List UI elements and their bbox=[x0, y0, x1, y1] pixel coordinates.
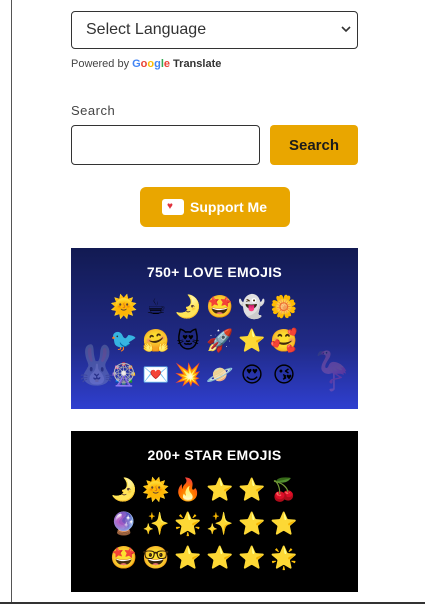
emoji: 🔥 bbox=[174, 478, 202, 503]
emoji: 🍒 bbox=[270, 478, 298, 503]
emoji: 🐦 bbox=[110, 329, 138, 354]
emoji: 🌞 bbox=[110, 295, 138, 320]
emoji: 🤓 bbox=[142, 546, 170, 571]
emoji: ⭐ bbox=[238, 478, 266, 503]
sidebar-divider bbox=[11, 0, 12, 604]
emoji: 🌛 bbox=[174, 295, 202, 320]
emoji: 🔮 bbox=[110, 512, 138, 537]
language-select[interactable]: Select Language bbox=[71, 11, 358, 49]
powered-by-prefix: Powered by bbox=[71, 58, 130, 70]
emoji-grid: 🌛 🌞 🔥 ⭐ ⭐ 🍒 🔮 ✨ 🌟 ✨ ⭐ ⭐ 🤩 🤓 ⭐ ⭐ ⭐ 🌟 bbox=[108, 475, 332, 575]
search-label: Search bbox=[71, 103, 116, 118]
emoji: 🤩 bbox=[110, 546, 138, 571]
emoji: ⭐ bbox=[206, 546, 234, 571]
support-me-button[interactable]: ♥ Support Me bbox=[139, 187, 290, 227]
emoji: 🌟 bbox=[270, 546, 298, 571]
emoji: 😻 bbox=[176, 329, 200, 354]
star-emojis-banner[interactable]: 200+ STAR EMOJIS 🌛 🌞 🔥 ⭐ ⭐ 🍒 🔮 ✨ 🌟 ✨ ⭐ ⭐… bbox=[71, 431, 358, 592]
emoji: ☕ bbox=[146, 295, 166, 320]
emoji: ⭐ bbox=[238, 512, 266, 537]
emoji: 🪐 bbox=[206, 363, 234, 388]
emoji: 😍 bbox=[240, 363, 264, 388]
emoji: 🌼 bbox=[270, 295, 298, 320]
emoji: ⭐ bbox=[238, 329, 266, 354]
emoji-grid: 🌞 ☕ 🌛 🤩 👻 🌼 🐦 🤗 😻 🚀 ⭐ 🥰 🎡 💌 💥 🪐 😍 😘 bbox=[108, 292, 332, 392]
emoji: 🌟 bbox=[174, 512, 202, 537]
google-logo[interactable]: Google bbox=[132, 58, 170, 70]
search-button[interactable]: Search bbox=[270, 125, 358, 165]
search-form: Search bbox=[71, 125, 358, 165]
ko-fi-cup-icon: ♥ bbox=[162, 199, 184, 215]
love-emojis-banner[interactable]: 🐰 🦩 750+ LOVE EMOJIS 🌞 ☕ 🌛 🤩 👻 🌼 🐦 🤗 😻 🚀… bbox=[71, 248, 358, 409]
emoji: 🌛 bbox=[110, 478, 138, 503]
emoji: 💌 bbox=[142, 363, 170, 388]
emoji: 👻 bbox=[238, 295, 266, 320]
emoji: ⭐ bbox=[174, 546, 202, 571]
emoji: 🎡 bbox=[110, 363, 138, 388]
translate-link[interactable]: Translate bbox=[173, 58, 221, 70]
emoji: ⭐ bbox=[270, 512, 298, 537]
support-me-label: Support Me bbox=[190, 199, 267, 215]
emoji: 🤩 bbox=[206, 295, 234, 320]
language-select-value: Select Language bbox=[86, 21, 207, 38]
emoji: 🤗 bbox=[142, 329, 170, 354]
emoji: 😘 bbox=[272, 363, 296, 388]
emoji: 🥰 bbox=[270, 329, 298, 354]
banner-title: 750+ LOVE EMOJIS bbox=[146, 264, 283, 280]
search-input[interactable] bbox=[71, 125, 260, 165]
sidebar-widgets: Select Language Powered by Google Transl… bbox=[71, 11, 358, 592]
emoji: 🚀 bbox=[206, 329, 234, 354]
emoji: 🌞 bbox=[142, 478, 170, 503]
banner-title: 200+ STAR EMOJIS bbox=[147, 447, 282, 463]
chevron-down-icon bbox=[341, 26, 351, 33]
emoji: 💥 bbox=[174, 363, 202, 388]
emoji: ⭐ bbox=[206, 478, 234, 503]
emoji: ⭐ bbox=[238, 546, 266, 571]
emoji: ✨ bbox=[206, 512, 234, 537]
powered-by-google: Powered by Google Translate bbox=[71, 58, 358, 70]
emoji: ✨ bbox=[142, 512, 170, 537]
